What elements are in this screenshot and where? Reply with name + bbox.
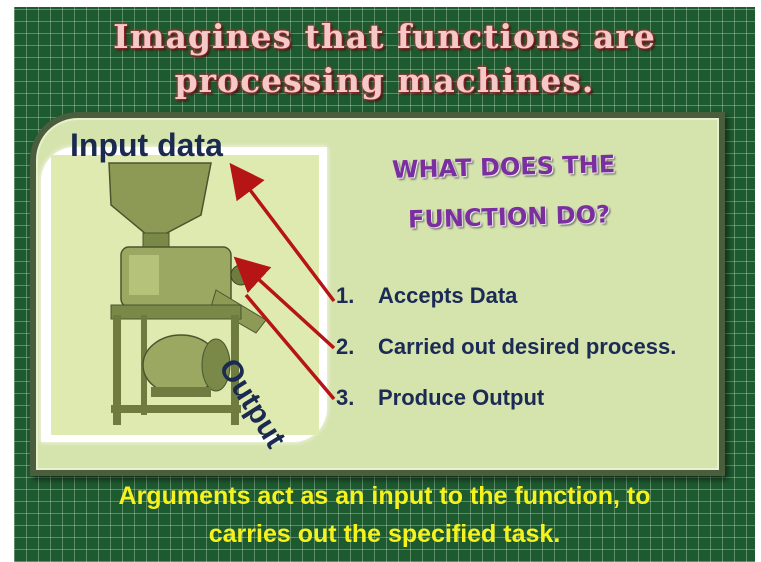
steps-list: 1. Accepts Data 2. Carried out desired pro…	[336, 283, 676, 436]
question-line-2: FUNCTION DO?	[407, 200, 611, 234]
machine-image	[41, 147, 327, 442]
slide-title: Imagines that functions are processing m…	[14, 15, 755, 103]
step-text: Produce Output	[378, 385, 545, 410]
footer-text: Arguments act as an input to the functio…	[14, 477, 755, 553]
step-number: 1.	[336, 283, 355, 308]
grain-mill-machine-icon	[51, 155, 319, 435]
title-line-2: processing machines.	[174, 61, 595, 100]
slide: Imagines that functions are processing m…	[14, 7, 755, 562]
list-item: 1. Accepts Data	[336, 283, 676, 334]
footer-line-2: carries out the specified task.	[208, 520, 561, 548]
title-line-1: Imagines that functions are	[113, 17, 656, 56]
question-line-1: WHAT DOES THE	[391, 150, 616, 184]
input-data-label: Input data	[70, 127, 223, 163]
step-text: Accepts Data	[378, 283, 518, 308]
step-text: Carried out desired process.	[378, 334, 677, 359]
step-number: 3.	[336, 385, 355, 410]
list-item: 2. Carried out desired process.	[336, 334, 676, 385]
footer-line-1: Arguments act as an input to the functio…	[118, 482, 651, 510]
list-item: 3. Produce Output	[336, 385, 676, 436]
step-number: 2.	[336, 334, 355, 359]
